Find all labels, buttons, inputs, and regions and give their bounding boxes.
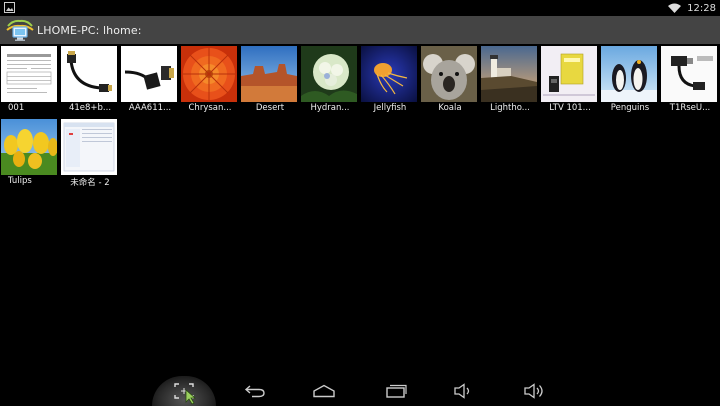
back-button[interactable] — [237, 380, 273, 402]
image-thumbnail — [121, 46, 177, 102]
status-bar: 12:28 — [0, 0, 720, 16]
volume-down-icon — [454, 383, 470, 399]
image-thumbnail — [661, 46, 717, 102]
file-name: 41e8+b... — [68, 103, 112, 113]
clock: 12:28 — [687, 2, 716, 14]
file-item[interactable]: Hydran... — [300, 44, 358, 116]
image-thumbnail — [241, 46, 297, 102]
image-thumbnail — [601, 46, 657, 102]
file-name: LTV 101... — [549, 103, 591, 113]
recent-apps-button[interactable] — [378, 380, 414, 402]
volume-up-icon — [524, 383, 543, 399]
image-thumbnail — [541, 46, 597, 102]
title-bar: LHOME-PC: lhome: — [0, 16, 720, 44]
home-button[interactable] — [306, 380, 342, 402]
wifi-icon — [668, 3, 682, 13]
file-name: Lightho... — [490, 103, 530, 113]
file-name: Jellyfish — [373, 103, 407, 113]
image-thumbnail — [181, 46, 237, 102]
file-item[interactable]: Jellyfish — [360, 44, 418, 116]
file-name: Hydran... — [310, 103, 350, 113]
recent-apps-icon — [386, 384, 407, 398]
image-thumbnail — [481, 46, 537, 102]
file-item[interactable]: Tulips — [0, 117, 58, 189]
back-icon — [244, 385, 265, 398]
file-item[interactable]: Penguins — [600, 44, 658, 116]
file-item[interactable]: 001 — [0, 44, 58, 116]
file-item[interactable]: 未命名 - 2 — [60, 117, 118, 189]
file-name: AAA611... — [128, 103, 172, 113]
file-item[interactable]: Lightho... — [480, 44, 538, 116]
gallery-notification-icon — [4, 2, 15, 13]
volume-down-button[interactable] — [446, 380, 482, 402]
page-title: LHOME-PC: lhome: — [37, 23, 142, 37]
image-thumbnail — [301, 46, 357, 102]
volume-up-button[interactable] — [517, 380, 553, 402]
file-name: T1RseU... — [669, 103, 711, 113]
file-name: Koala — [438, 103, 462, 113]
file-item[interactable]: LTV 101... — [540, 44, 598, 116]
file-name: Tulips — [8, 176, 32, 186]
network-computer-icon — [5, 18, 35, 42]
file-item[interactable]: Desert — [240, 44, 298, 116]
file-name: 001 — [8, 103, 25, 113]
file-item[interactable]: T1RseU... — [660, 44, 718, 116]
file-name: 未命名 - 2 — [70, 178, 110, 188]
image-thumbnail — [361, 46, 417, 102]
file-item[interactable]: 41e8+b... — [60, 44, 118, 116]
file-item[interactable]: AAA611... — [120, 44, 178, 116]
file-name: Chrysan... — [188, 103, 232, 113]
file-item[interactable]: Koala — [420, 44, 478, 116]
image-thumbnail — [421, 46, 477, 102]
document-thumbnail — [1, 46, 57, 102]
file-item[interactable]: Chrysan... — [180, 44, 238, 116]
file-name: Desert — [255, 103, 285, 113]
mouse-cursor-icon — [185, 389, 197, 405]
image-thumbnail — [61, 119, 117, 175]
navigation-bar — [0, 375, 720, 405]
image-thumbnail — [1, 119, 57, 175]
home-icon — [313, 384, 335, 398]
image-thumbnail — [61, 46, 117, 102]
file-name: Penguins — [610, 103, 650, 113]
